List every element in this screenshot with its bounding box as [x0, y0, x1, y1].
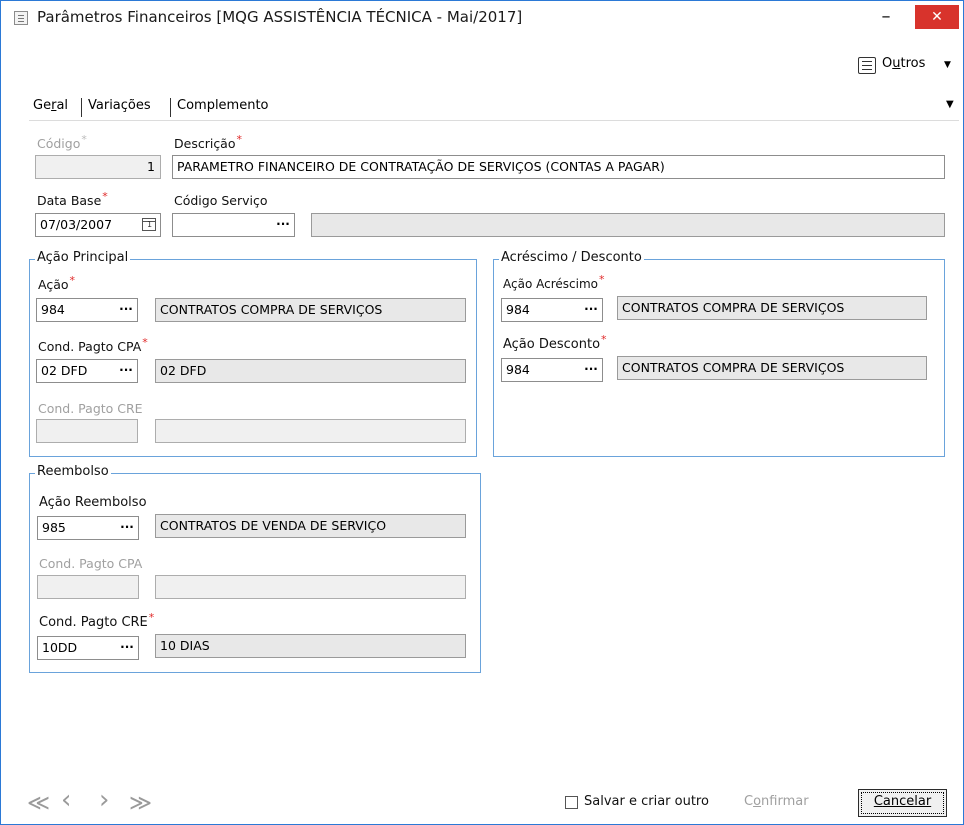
- lookup-button[interactable]: ···: [582, 360, 600, 380]
- codigo-servico-field[interactable]: ···: [172, 213, 295, 237]
- codigo-field: 1: [35, 155, 161, 179]
- reembolso-cond-pagto-cre-field[interactable]: 10DD ···: [37, 636, 139, 660]
- reembolso-cond-pagto-cre-code: 10DD: [42, 640, 78, 655]
- acao-acrescimo-label: Ação Acréscimo*: [503, 273, 605, 291]
- acao-reembolso-desc: CONTRATOS DE VENDA DE SERVIÇO: [155, 514, 466, 538]
- data-base-label: Data Base*: [37, 190, 108, 208]
- lookup-button[interactable]: ···: [118, 638, 136, 658]
- cancelar-button[interactable]: Cancelar: [858, 789, 947, 817]
- group-acao-principal: Ação Principal Ação* 984 ··· CONTRATOS C…: [29, 250, 477, 457]
- data-base-value: 07/03/2007: [40, 217, 113, 232]
- cond-pagto-cpa-code: 02 DFD: [41, 363, 88, 378]
- lookup-button[interactable]: ···: [117, 300, 135, 320]
- lookup-button[interactable]: ···: [117, 361, 135, 381]
- codigo-servico-label: Código Serviço: [174, 193, 268, 208]
- reembolso-cond-pagto-cpa-label: Cond. Pagto CPA: [39, 556, 143, 571]
- cond-pagto-cpa-desc: 02 DFD: [155, 359, 466, 383]
- acao-desconto-desc: CONTRATOS COMPRA DE SERVIÇOS: [617, 356, 927, 380]
- salvar-criar-outro-label[interactable]: Salvar e criar outro: [584, 794, 709, 809]
- acao-label: Ação*: [38, 274, 76, 292]
- group-title: Ação Principal: [35, 250, 131, 265]
- acao-field[interactable]: 984 ···: [36, 298, 138, 322]
- data-base-field[interactable]: 07/03/2007: [35, 213, 161, 237]
- last-record-icon[interactable]: ≫: [129, 791, 152, 816]
- cond-pagto-cpa-field[interactable]: 02 DFD ···: [36, 359, 138, 383]
- calendar-icon[interactable]: [142, 218, 156, 231]
- group-title: Reembolso: [35, 464, 111, 479]
- tab-complemento[interactable]: Complemento: [177, 98, 269, 113]
- salvar-criar-outro-checkbox[interactable]: [565, 796, 578, 809]
- reembolso-cond-pagto-cre-desc: 10 DIAS: [155, 634, 466, 658]
- cond-pagto-cre-label: Cond. Pagto CRE: [38, 401, 143, 416]
- lookup-button[interactable]: ···: [582, 300, 600, 320]
- cond-pagto-cpa-label: Cond. Pagto CPA*: [38, 336, 148, 354]
- tab-variacoes[interactable]: Variações: [88, 98, 151, 113]
- descricao-field[interactable]: PARAMETRO FINANCEIRO DE CONTRATAÇÃO DE S…: [172, 155, 945, 179]
- chevron-down-icon: ▼: [944, 60, 951, 70]
- window-title: Parâmetros Financeiros [MQG ASSISTÊNCIA …: [37, 8, 523, 26]
- group-reembolso: Reembolso Ação Reembolso 985 ··· CONTRAT…: [29, 464, 481, 673]
- app-icon: [14, 11, 28, 25]
- lookup-button[interactable]: ···: [274, 215, 292, 235]
- first-record-icon[interactable]: ≪: [27, 791, 50, 816]
- acao-desc: CONTRATOS COMPRA DE SERVIÇOS: [155, 298, 466, 322]
- next-record-icon[interactable]: ›: [99, 785, 109, 815]
- minimize-button[interactable]: –: [871, 5, 901, 31]
- window: Parâmetros Financeiros [MQG ASSISTÊNCIA …: [0, 0, 964, 825]
- acao-code: 984: [41, 302, 65, 317]
- cond-pagto-cre-desc: [155, 419, 466, 443]
- reembolso-cond-pagto-cpa-field: [37, 575, 139, 599]
- cond-pagto-cre-field: [36, 419, 138, 443]
- acao-reembolso-label: Ação Reembolso: [39, 495, 147, 510]
- title-bar: Parâmetros Financeiros [MQG ASSISTÊNCIA …: [1, 1, 963, 35]
- tab-geral[interactable]: Geral: [33, 98, 68, 113]
- list-icon: [858, 57, 876, 74]
- acao-desconto-label: Ação Desconto*: [503, 333, 607, 352]
- tab-divider: [81, 98, 82, 117]
- acao-acrescimo-field[interactable]: 984 ···: [501, 298, 603, 322]
- group-acrescimo-desconto: Acréscimo / Desconto Ação Acréscimo* 984…: [493, 250, 945, 457]
- codigo-label: Código*: [37, 133, 87, 151]
- tab-divider: [170, 98, 171, 117]
- lookup-button[interactable]: ···: [118, 518, 136, 538]
- acao-acrescimo-code: 984: [506, 302, 530, 317]
- acao-desconto-field[interactable]: 984 ···: [501, 358, 603, 382]
- acao-acrescimo-desc: CONTRATOS COMPRA DE SERVIÇOS: [617, 296, 927, 320]
- group-title: Acréscimo / Desconto: [499, 250, 644, 265]
- close-button[interactable]: ✕: [915, 5, 959, 29]
- descricao-label: Descrição*: [174, 133, 242, 151]
- acao-reembolso-field[interactable]: 985 ···: [37, 516, 139, 540]
- outros-label: Outros: [882, 56, 926, 71]
- previous-record-icon[interactable]: ‹: [61, 785, 71, 815]
- acao-reembolso-code: 985: [42, 520, 66, 535]
- reembolso-cond-pagto-cre-label: Cond. Pagto CRE*: [39, 611, 155, 630]
- tabs-overflow-icon[interactable]: ▼: [946, 99, 954, 110]
- reembolso-cond-pagto-cpa-desc: [155, 575, 466, 599]
- acao-desconto-code: 984: [506, 362, 530, 377]
- tab-underline: [29, 120, 959, 121]
- confirmar-button[interactable]: Confirmar: [744, 794, 809, 809]
- codigo-servico-desc: [311, 213, 945, 237]
